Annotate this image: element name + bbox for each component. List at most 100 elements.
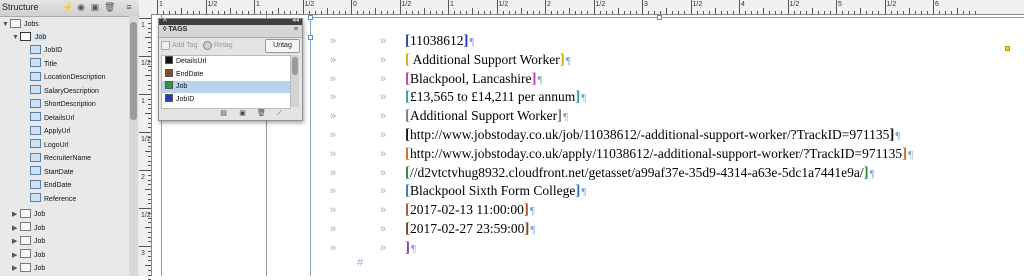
ruler-label: 6 — [935, 1, 939, 8]
panel-menu-icon[interactable]: ≡ — [294, 26, 298, 33]
delete-icon[interactable]: 🗑 — [104, 2, 115, 12]
tag-bracket-close: ] — [405, 239, 410, 256]
tag-item[interactable]: JobID — [162, 93, 290, 106]
tree-child-element[interactable]: SalaryDescription — [30, 85, 99, 98]
collapse-arrow-icon[interactable]: ▼ — [12, 31, 20, 44]
tree-child-element[interactable]: LocationDescription — [30, 71, 105, 84]
tag-icon[interactable]: ⚡ — [62, 2, 73, 12]
retag-option[interactable]: Retag — [203, 40, 233, 51]
expand-arrow-icon[interactable]: ▶ — [12, 222, 20, 235]
expand-arrow-icon[interactable]: ▶ — [12, 208, 20, 221]
tag-color-swatch — [165, 81, 173, 90]
scroll-thumb[interactable] — [292, 57, 298, 75]
structure-scrollbar[interactable] — [129, 16, 138, 276]
ruler-minor-tick — [148, 89, 151, 91]
tagged-text-line[interactable]: [£13,565 to £14,211 per annum]¶ — [405, 88, 586, 106]
ruler-minor-tick — [575, 11, 577, 14]
ruler-minor-tick — [829, 11, 831, 14]
tree-child-element[interactable]: JobID — [30, 44, 62, 57]
tree-job-open[interactable]: ▼ Job — [12, 31, 48, 44]
tree-child-element[interactable]: ApplyUrl — [30, 125, 70, 138]
frame-handle[interactable] — [308, 15, 313, 20]
add-tag-option[interactable]: Add Tag — [161, 40, 198, 51]
tagged-text-line[interactable]: [ Additional Support Worker]¶ — [405, 51, 571, 69]
tree-child-element[interactable]: StartDate — [30, 166, 74, 179]
new-tag-icon[interactable]: ▣ — [238, 109, 247, 118]
ruler-minor-tick — [148, 122, 151, 124]
untag-button[interactable]: Untag — [265, 39, 300, 53]
tagged-text-line[interactable]: [2017-02-27 23:59:00]¶ — [405, 220, 535, 238]
collapse-arrow-icon[interactable]: ▼ — [2, 18, 10, 31]
ruler-minor-tick — [945, 11, 947, 14]
load-tags-icon[interactable]: ▤ — [219, 109, 228, 118]
tab-marker: » — [380, 129, 387, 141]
frame-handle-yellow[interactable] — [1005, 46, 1010, 51]
ruler-minor-tick — [708, 11, 710, 14]
frame-handle[interactable] — [657, 15, 662, 20]
close-icon[interactable]: ✕ — [162, 16, 168, 24]
resize-grip-icon[interactable]: ⟋ — [275, 109, 284, 118]
tagged-text-line[interactable]: [//d2vtctvhug8932.cloudfront.net/getasse… — [405, 164, 875, 182]
tagged-text-line[interactable]: [2017-02-13 11:00:00]¶ — [405, 201, 535, 219]
tree-job-collapsed[interactable]: ▶Job — [12, 222, 45, 235]
ruler-minor-tick — [520, 8, 522, 14]
ruler-minor-tick — [751, 11, 753, 14]
panel-menu-icon[interactable]: ≡ — [124, 2, 134, 12]
ruler-minor-tick — [678, 11, 680, 14]
ruler-minor-tick — [866, 11, 868, 14]
tree-child-element[interactable]: DetailsUrl — [30, 112, 74, 125]
ruler-minor-tick — [902, 11, 904, 14]
tag-item[interactable]: DetailsUrl — [162, 56, 290, 68]
tags-scrollbar[interactable] — [291, 55, 299, 107]
ruler-minor-tick — [375, 8, 377, 14]
ruler-label: 1/2 — [789, 1, 800, 8]
frame-in-port[interactable] — [308, 35, 313, 40]
expand-arrow-icon[interactable]: ▶ — [12, 249, 20, 262]
tagged-text-line[interactable]: [http://www.jobstoday.co.uk/apply/110386… — [405, 145, 913, 163]
tree-child-element[interactable]: Reference — [30, 193, 76, 206]
tag-item[interactable]: EndDate — [162, 68, 290, 81]
tagged-text-line[interactable]: [Additional Support Worker]¶ — [405, 107, 568, 125]
tagged-text-line[interactable]: [http://www.jobstoday.co.uk/job/11038612… — [405, 126, 900, 144]
tree-child-element[interactable]: RecruiterName — [30, 152, 91, 165]
show-attributes-icon[interactable]: ◉ — [76, 2, 86, 12]
ruler-minor-tick — [320, 11, 322, 14]
tree-job-collapsed[interactable]: ▶Job — [12, 249, 45, 262]
tagged-text-line[interactable]: [Blackpool, Lancashire]¶ — [405, 70, 542, 88]
tree-child-element[interactable]: LogoUrl — [30, 139, 69, 152]
tags-tab[interactable]: ◊ TAGS ≡ — [159, 25, 302, 38]
ruler-label: 0 — [353, 1, 357, 8]
tree-job-collapsed[interactable]: ▶Job — [12, 208, 45, 221]
tagged-text-line[interactable]: [11038612]¶ — [405, 32, 474, 50]
line-text: Additional Support Worker — [410, 51, 560, 67]
new-element-icon[interactable]: ▣ — [90, 2, 100, 12]
tab-marker: » — [380, 241, 387, 254]
ruler-tick — [496, 0, 498, 14]
ruler-minor-tick — [872, 11, 874, 14]
tree-child-element[interactable]: Title — [30, 58, 57, 71]
delete-tag-icon[interactable]: 🗑 — [257, 109, 266, 118]
empty-line[interactable]: ]¶ — [405, 239, 416, 257]
tag-item[interactable]: Job — [162, 81, 290, 93]
ruler-minor-tick — [235, 11, 237, 14]
ruler-minor-tick — [508, 11, 510, 14]
ruler-minor-tick — [260, 11, 262, 14]
expand-arrow-icon[interactable]: ▶ — [12, 262, 20, 275]
ruler-minor-tick — [551, 11, 553, 14]
tree-job-collapsed[interactable]: ▶Job — [12, 235, 45, 248]
paragraph-mark: ¶ — [908, 148, 914, 161]
tagged-text-line[interactable]: [Blackpool Sixth Form College]¶ — [405, 182, 586, 200]
ruler-minor-tick — [514, 11, 516, 14]
tree-child-element[interactable]: EndDate — [30, 179, 71, 192]
ruler-minor-tick — [148, 22, 151, 24]
collapse-icon[interactable]: ◂◂ — [292, 16, 299, 24]
tree-root[interactable]: ▼ Jobs — [2, 18, 39, 31]
ruler-minor-tick — [490, 11, 492, 14]
tree-job-collapsed[interactable]: ▶Job — [12, 262, 45, 275]
ruler-minor-tick — [629, 11, 631, 14]
tree-child-element[interactable]: ShortDescription — [30, 98, 96, 111]
scroll-thumb[interactable] — [130, 22, 137, 120]
ruler-minor-tick — [478, 11, 480, 14]
expand-arrow-icon[interactable]: ▶ — [12, 235, 20, 248]
structure-tree: ▼ Jobs ▼ Job JobID Title LocationDescription… — [0, 16, 128, 276]
